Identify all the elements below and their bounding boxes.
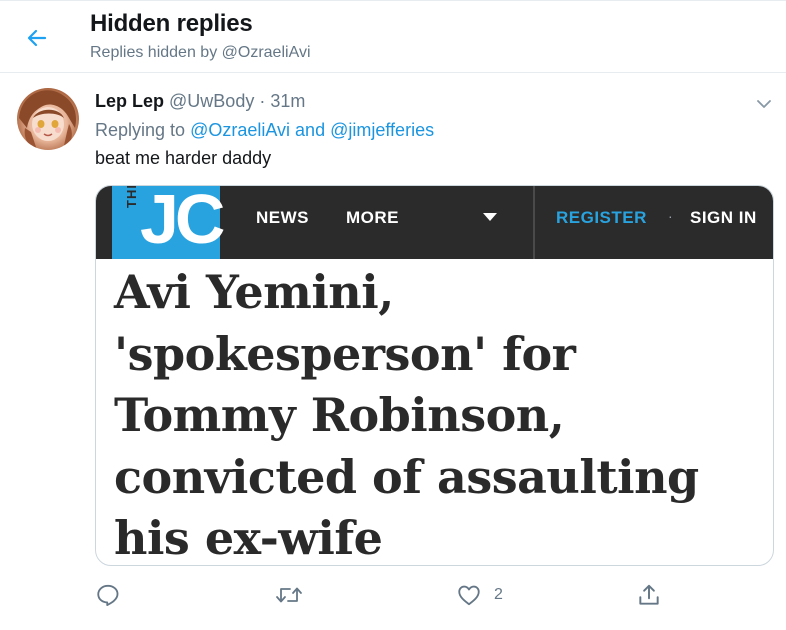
- avatar-image: [19, 90, 77, 150]
- headline-line: convicted of assaulting: [114, 449, 699, 504]
- headline-line: Avi Yemini,: [114, 265, 394, 319]
- share-icon: [639, 584, 659, 605]
- tweet-media-image[interactable]: THE JC NEWS MORE REGISTER · SIGN IN Avi …: [95, 185, 774, 566]
- back-button[interactable]: [20, 21, 54, 55]
- nav-news: NEWS: [256, 208, 309, 227]
- page-title: Hidden replies: [90, 10, 253, 37]
- hidden-replies-page: Hidden replies Replies hidden by @Ozrael…: [0, 0, 786, 630]
- nav-more: MORE: [346, 208, 399, 227]
- avatar[interactable]: [17, 88, 79, 150]
- site-nav-bar: THE JC NEWS MORE REGISTER · SIGN IN: [96, 185, 773, 259]
- mention-link[interactable]: @jimjefferies: [330, 120, 434, 140]
- chevron-down-icon: [757, 100, 771, 108]
- share-button[interactable]: [636, 581, 662, 609]
- header-separator: ·: [259, 91, 266, 111]
- like-count: 2: [494, 586, 503, 603]
- retweet-icon: [276, 587, 302, 603]
- like-button[interactable]: 2: [456, 581, 503, 609]
- site-logo: THE JC: [112, 185, 226, 259]
- headline-line: his ex-wife: [114, 511, 383, 565]
- heart-icon: [458, 585, 480, 606]
- tweet-header: Lep Lep @UwBody · 31m: [95, 91, 305, 112]
- site-logo-letters: JC: [140, 185, 226, 258]
- retweet-button[interactable]: [275, 581, 303, 609]
- nav-register: REGISTER: [556, 208, 647, 227]
- nav-sign-in: SIGN IN: [690, 208, 757, 227]
- reply-icon: [97, 584, 119, 606]
- headline-line: Tommy Robinson,: [114, 388, 565, 442]
- page-header: Hidden replies Replies hidden by @Ozrael…: [0, 0, 786, 73]
- user-handle[interactable]: @UwBody: [169, 91, 254, 111]
- article-headline: Avi Yemini, 'spokesperson' for Tommy Rob…: [114, 262, 764, 565]
- reply-button[interactable]: [95, 581, 121, 609]
- hidden-reply-tweet[interactable]: Lep Lep @UwBody · 31m Replying to @Ozrae…: [0, 74, 786, 630]
- replying-to-label: Replying to: [95, 120, 191, 140]
- arrow-left-icon: [27, 29, 47, 47]
- tweet-options-button[interactable]: [752, 92, 776, 116]
- tweet-timestamp[interactable]: 31m: [270, 91, 305, 111]
- nav-divider: [533, 186, 535, 259]
- page-subtitle: Replies hidden by @OzraeliAvi: [90, 44, 311, 61]
- tweet-text: beat me harder daddy: [95, 148, 272, 168]
- site-logo-the: THE: [124, 185, 139, 208]
- nav-separator: ·: [668, 208, 673, 224]
- display-name[interactable]: Lep Lep: [95, 91, 164, 111]
- mention-link[interactable]: @OzraeliAvi: [190, 120, 290, 140]
- caret-down-icon: [483, 213, 497, 221]
- replying-to-line: Replying to @OzraeliAvi and @jimjefferie…: [95, 120, 434, 141]
- replying-joiner: and: [295, 120, 326, 140]
- headline-line: 'spokesperson' for: [114, 326, 576, 381]
